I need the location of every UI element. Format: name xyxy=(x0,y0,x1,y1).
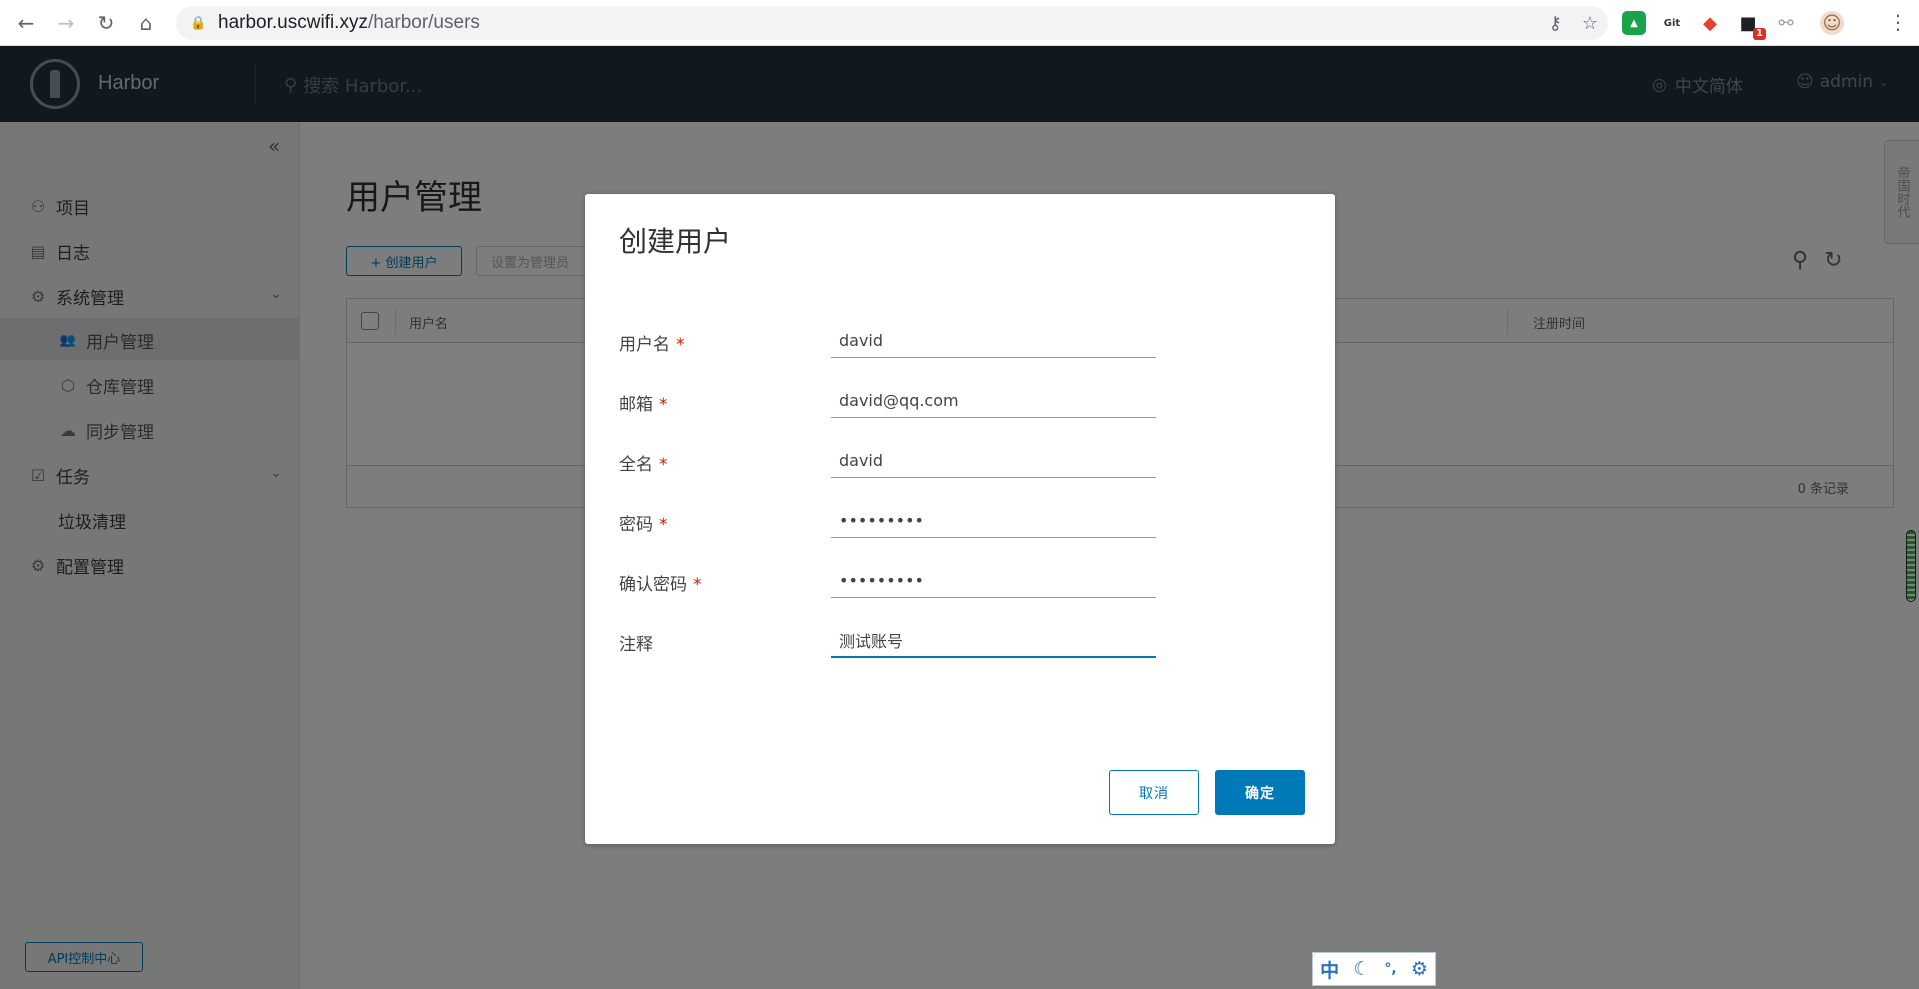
form-row-confirm-password: 确认密码 * xyxy=(619,564,1179,604)
key-icon[interactable]: ⚷ xyxy=(1549,13,1562,34)
form-row-comment: 注释 xyxy=(619,624,1179,664)
punctuation-icon[interactable]: °, xyxy=(1384,961,1396,977)
notify-extension-icon[interactable]: ■ 1 xyxy=(1736,11,1766,40)
profile-avatar-icon[interactable]: ☺ xyxy=(1820,11,1844,35)
moon-icon[interactable]: ☾ xyxy=(1353,958,1370,980)
url-path: /harbor/users xyxy=(367,12,480,33)
comment-input[interactable] xyxy=(831,624,1156,658)
omnibox-actions: ⚷ ☆ xyxy=(1549,6,1598,40)
ime-mode-icon[interactable]: 中 xyxy=(1320,956,1339,983)
username-label: 用户名 * xyxy=(619,335,685,355)
reload-icon[interactable]: ↻ xyxy=(86,3,126,43)
notification-badge: 1 xyxy=(1753,28,1766,40)
fullname-label: 全名 * xyxy=(619,455,668,475)
extension-icons: ▲ Git ◆ ■ 1 ⚯ ☺ xyxy=(1622,8,1844,40)
bike-extension-icon[interactable]: ⚯ xyxy=(1774,11,1798,35)
gear-icon[interactable]: ⚙ xyxy=(1411,958,1428,980)
browser-menu-icon[interactable]: ⋮ xyxy=(1888,10,1908,34)
cancel-button[interactable]: 取消 xyxy=(1109,770,1199,815)
username-input[interactable] xyxy=(831,324,1156,358)
form-row-email: 邮箱 * xyxy=(619,384,1179,424)
email-label: 邮箱 * xyxy=(619,395,668,415)
password-input[interactable] xyxy=(831,504,1156,538)
form-row-username: 用户名 * xyxy=(619,324,1179,364)
confirm-password-input[interactable] xyxy=(831,564,1156,598)
dialog-title: 创建用户 xyxy=(619,225,732,258)
confirm-button[interactable]: 确定 xyxy=(1215,770,1305,815)
password-label: 密码 * xyxy=(619,515,668,535)
star-icon[interactable]: ☆ xyxy=(1582,13,1598,34)
create-user-dialog: 创建用户 用户名* 邮箱* 全名* 密码* 确认密码* 注释 取消 确定 xyxy=(585,194,1335,844)
email-input[interactable] xyxy=(831,384,1156,418)
browser-toolbar: ← → ↻ ⌂ 🔒 harbor.uscwifi.xyz/harbor/user… xyxy=(0,0,1919,46)
gitlab-extension-icon[interactable]: ◆ xyxy=(1698,11,1722,35)
ime-toolbar: 中 ☾ °, ⚙ xyxy=(1312,952,1436,986)
url-host: harbor.uscwifi.xyz xyxy=(218,12,368,33)
form-row-fullname: 全名 * xyxy=(619,444,1179,484)
lock-icon: 🔒 xyxy=(190,15,207,31)
shield-extension-icon[interactable]: ▲ xyxy=(1622,11,1646,35)
address-bar[interactable]: 🔒 harbor.uscwifi.xyz/harbor/users ⚷ ☆ xyxy=(176,6,1608,40)
home-icon[interactable]: ⌂ xyxy=(126,3,166,43)
fullname-input[interactable] xyxy=(831,444,1156,478)
gitzip-extension-icon[interactable]: Git xyxy=(1660,11,1684,35)
forward-icon[interactable]: → xyxy=(46,3,86,43)
form-row-password: 密码 * xyxy=(619,504,1179,544)
confirm-password-label: 确认密码 * xyxy=(619,575,702,595)
comment-label: 注释 xyxy=(619,635,653,655)
back-icon[interactable]: ← xyxy=(6,3,46,43)
